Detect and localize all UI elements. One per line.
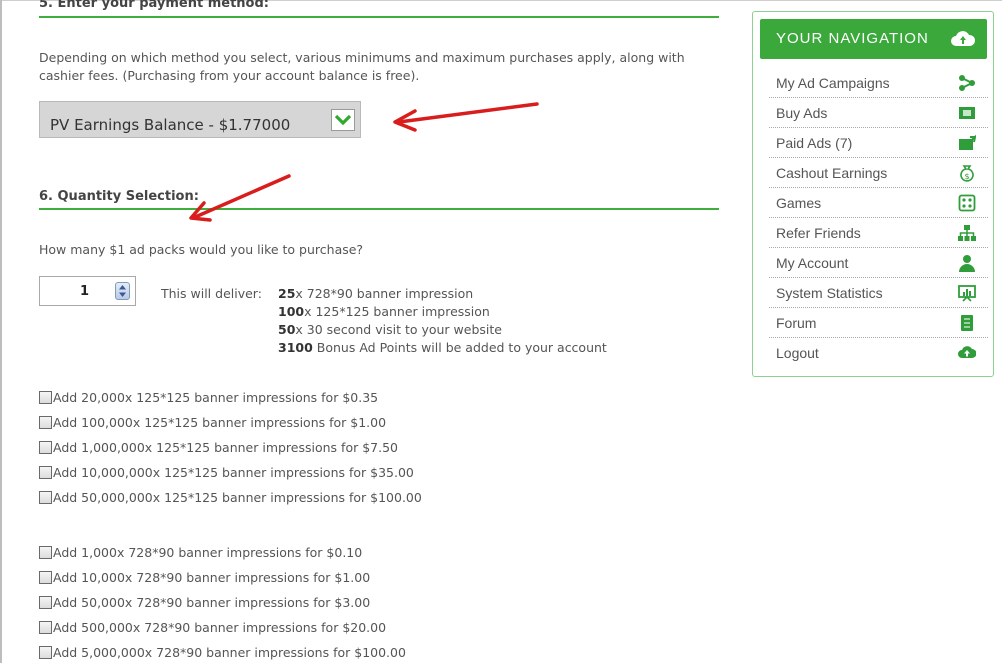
statistics-icon [958,285,976,302]
annotation-arrow-icon [393,102,539,132]
selected-payment-method: PV Earnings Balance - $1.77000 [50,116,291,134]
quantity-value: 1 [80,284,90,299]
nav-item-refer-friends[interactable]: Refer Friends [769,218,988,248]
nav-item-paid-ads[interactable]: Paid Ads (7) [769,128,988,158]
nav-item-label: Forum [776,315,817,331]
navigation-panel: YOUR NAVIGATION My Ad Campaigns Buy Ads … [752,11,994,377]
section-divider [39,16,719,18]
addon-checkbox-row[interactable]: Add 50,000,000x 125*125 banner impressio… [39,489,422,505]
checkbox[interactable] [39,570,52,584]
addon-checkbox-row[interactable]: Add 50,000x 728*90 banner impressions fo… [39,594,370,610]
nav-item-logout[interactable]: Logout [769,338,988,368]
addon-label: Add 1,000,000x 125*125 banner impression… [53,439,398,455]
checkbox[interactable] [39,620,52,634]
quantity-section-title: 6. Quantity Selection: [39,189,199,204]
addon-label: Add 1,000x 728*90 banner impressions for… [53,544,363,560]
nav-item-label: Buy Ads [776,105,828,121]
purchase-form: 5. Enter your payment method: Depending … [39,0,719,663]
nav-item-label: My Account [776,255,849,271]
forum-icon [961,315,973,331]
checkbox[interactable] [39,545,52,559]
addon-checkbox-row[interactable]: Add 1,000,000x 125*125 banner impression… [39,439,398,455]
addon-label: Add 100,000x 125*125 banner impressions … [53,414,387,430]
addon-checkbox-row[interactable]: Add 10,000,000x 125*125 banner impressio… [39,464,414,480]
spinner-buttons[interactable] [115,282,130,300]
cloud-icon [958,346,976,358]
checkbox[interactable] [39,465,52,479]
nav-item-label: My Ad Campaigns [776,75,890,91]
left-border [0,0,2,663]
svg-text:$: $ [964,172,969,181]
nav-item-label: System Statistics [776,285,883,301]
payment-section-title: 5. Enter your payment method: [39,0,269,11]
deliver-item: 3100 Bonus Ad Points will be added to yo… [278,340,607,355]
checkbox[interactable] [39,645,52,659]
nav-item-label: Paid Ads (7) [776,135,853,151]
deliver-item: 25x 728*90 banner impression [278,286,474,301]
addon-label: Add 10,000,000x 125*125 banner impressio… [53,464,414,480]
checkbox[interactable] [39,440,52,454]
addon-label: Add 500,000x 728*90 banner impressions f… [53,619,387,635]
addon-checkbox-row[interactable]: Add 500,000x 728*90 banner impressions f… [39,619,386,635]
addon-label: Add 20,000x 125*125 banner impressions f… [53,389,379,405]
paid-ads-icon [959,134,976,150]
annotation-arrow-icon [189,174,291,222]
nav-item-my-account[interactable]: My Account [769,248,988,278]
checkbox[interactable] [39,490,52,504]
deliver-item: 100x 125*125 banner impression [278,304,490,319]
addon-label: Add 5,000,000x 728*90 banner impressions… [53,644,406,660]
payment-description: Depending on which method you select, va… [39,50,685,83]
nav-item-label: Games [776,195,822,211]
deliver-label: This will deliver: [161,286,262,301]
addon-checkbox-row[interactable]: Add 100,000x 125*125 banner impressions … [39,414,386,430]
addon-label: Add 50,000x 728*90 banner impressions fo… [53,594,371,610]
cloud-download-icon [950,28,976,54]
checkbox[interactable] [39,390,52,404]
nav-item-games[interactable]: Games [769,188,988,218]
nav-item-label: Logout [776,345,819,361]
chevron-down-icon[interactable] [331,109,355,131]
buy-ads-icon [959,107,975,119]
nav-item-system-statistics[interactable]: System Statistics [769,278,988,308]
checkbox[interactable] [39,595,52,609]
payment-method-select[interactable]: PV Earnings Balance - $1.77000 [39,101,361,138]
user-icon [959,255,975,272]
navigation-title: YOUR NAVIGATION [776,30,929,47]
addon-checkbox-row[interactable]: Add 10,000x 728*90 banner impressions fo… [39,569,370,585]
checkbox[interactable] [39,415,52,429]
nav-item-buy-ads[interactable]: Buy Ads [769,98,988,128]
nav-item-my-ad-campaigns[interactable]: My Ad Campaigns [769,68,988,98]
navigation-header: YOUR NAVIGATION [760,19,987,59]
campaigns-icon [959,75,975,91]
addon-label: Add 10,000x 728*90 banner impressions fo… [53,569,371,585]
nav-item-label: Refer Friends [776,225,861,241]
quantity-question: How many $1 ad packs would you like to p… [39,242,364,257]
addon-checkbox-row[interactable]: Add 5,000,000x 728*90 banner impressions… [39,644,406,660]
nav-item-cashout-earnings[interactable]: Cashout Earnings $ [769,158,988,188]
deliver-item: 50x 30 second visit to your website [278,322,502,337]
dice-icon [958,194,976,212]
addon-checkbox-row[interactable]: Add 1,000x 728*90 banner impressions for… [39,544,362,560]
quantity-stepper[interactable]: 1 [39,276,136,306]
nav-item-label: Cashout Earnings [776,165,888,181]
network-icon [958,225,976,241]
deliver-list: 25x 728*90 banner impression 100x 125*12… [278,285,607,357]
addon-label: Add 50,000,000x 125*125 banner impressio… [53,489,422,505]
money-bag-icon: $ [960,165,974,182]
addon-checkbox-row[interactable]: Add 20,000x 125*125 banner impressions f… [39,389,378,405]
section-divider [39,208,719,210]
nav-item-forum[interactable]: Forum [769,308,988,338]
